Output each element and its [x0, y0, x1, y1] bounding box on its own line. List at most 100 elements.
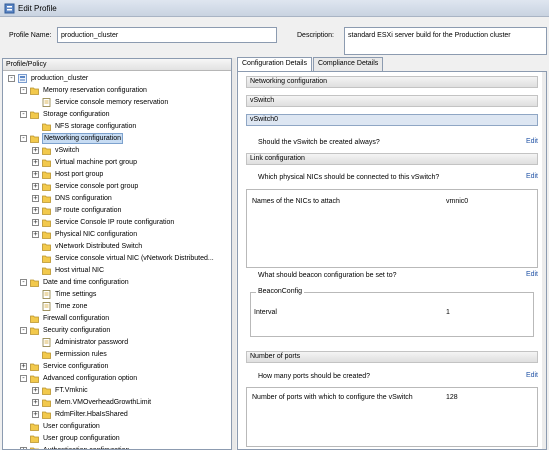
folder-icon	[42, 410, 51, 419]
tree-item[interactable]: + RdmFilter.HbaIsShared	[3, 409, 231, 421]
tree-item-label: Networking configuration	[42, 133, 124, 144]
folder-icon	[30, 446, 39, 449]
expand-icon[interactable]: +	[32, 159, 39, 166]
tree-item[interactable]: Firewall configuration	[3, 313, 231, 325]
folder-icon	[42, 146, 51, 155]
expand-icon[interactable]: +	[32, 207, 39, 214]
expand-icon[interactable]: +	[32, 195, 39, 202]
nics-attach-box: Names of the NICs to attach vmnic0	[246, 189, 538, 268]
expand-icon[interactable]: +	[32, 387, 39, 394]
collapse-icon[interactable]: -	[20, 111, 27, 118]
tree-item[interactable]: Service console virtual NIC (vNetwork Di…	[3, 253, 231, 265]
tree-item[interactable]: + Service configuration	[3, 361, 231, 373]
folder-icon	[30, 434, 39, 443]
tab-compliance-details[interactable]: Compliance Details	[312, 57, 384, 71]
folder-icon	[42, 398, 51, 407]
tree-item[interactable]: - Memory reservation configuration	[3, 85, 231, 97]
tree-item[interactable]: + Virtual machine port group	[3, 157, 231, 169]
tree-item[interactable]: + Host port group	[3, 169, 231, 181]
section-vswitch[interactable]: vSwitch	[246, 95, 538, 107]
folder-icon	[30, 314, 39, 323]
section-number-of-ports[interactable]: Number of ports	[246, 351, 538, 363]
tab-configuration-details[interactable]: Configuration Details	[237, 57, 312, 72]
tree-item-label: vNetwork Distributed Switch	[55, 243, 143, 250]
collapse-icon[interactable]: -	[20, 279, 27, 286]
tree-item[interactable]: Administrator password	[3, 337, 231, 349]
tree-item[interactable]: + IP route configuration	[3, 205, 231, 217]
tree-item[interactable]: - Security configuration	[3, 325, 231, 337]
collapse-icon[interactable]: -	[20, 87, 27, 94]
tree-item-label: Time settings	[55, 291, 97, 298]
folder-icon	[30, 110, 39, 119]
folder-icon	[30, 86, 39, 95]
expand-icon[interactable]: +	[32, 399, 39, 406]
tree-item[interactable]: + DNS configuration	[3, 193, 231, 205]
folder-icon	[42, 194, 51, 203]
tree-item[interactable]: Permission rules	[3, 349, 231, 361]
folder-icon	[30, 278, 39, 287]
window-title-bar: Edit Profile	[0, 0, 549, 17]
tree-item[interactable]: - Date and time configuration	[3, 277, 231, 289]
tree-item[interactable]: - Networking configuration	[3, 133, 231, 145]
tree-item[interactable]: - production_cluster	[3, 73, 231, 85]
tree-item[interactable]: NFS storage configuration	[3, 121, 231, 133]
collapse-icon[interactable]: -	[20, 135, 27, 142]
tree-item[interactable]: Service console memory reservation	[3, 97, 231, 109]
expand-icon[interactable]: +	[32, 219, 39, 226]
profile-name-input[interactable]: production_cluster	[57, 27, 277, 43]
tree-item[interactable]: User group configuration	[3, 433, 231, 445]
folder-icon	[42, 254, 51, 263]
tree-item[interactable]: - Storage configuration	[3, 109, 231, 121]
details-scrollbar[interactable]	[542, 72, 546, 449]
description-label: Description:	[297, 32, 334, 39]
tree-item[interactable]: + vSwitch	[3, 145, 231, 157]
expand-icon[interactable]: +	[32, 183, 39, 190]
tree-item[interactable]: + Physical NIC configuration	[3, 229, 231, 241]
folder-icon	[30, 362, 39, 371]
tree-item[interactable]: - Advanced configuration option	[3, 373, 231, 385]
tree-item[interactable]: + Service Console IP route configuration	[3, 217, 231, 229]
tree-item-label: User configuration	[43, 423, 100, 430]
tree-item[interactable]: +Authentication configuration	[3, 445, 231, 449]
tree-item[interactable]: + Service console port group	[3, 181, 231, 193]
description-textarea[interactable]: standard ESXi server build for the Produ…	[344, 27, 547, 55]
beacon-config-title: BeaconConfig	[256, 288, 304, 295]
section-networking-configuration[interactable]: Networking configuration	[246, 76, 538, 88]
edit-link-beacon[interactable]: Edit	[526, 271, 538, 278]
tree-item-label: Physical NIC configuration	[55, 231, 138, 238]
edit-link-physical-nics[interactable]: Edit	[526, 173, 538, 180]
tree-item-label: FT.Vmknic	[55, 387, 88, 394]
section-link-configuration[interactable]: Link configuration	[246, 153, 538, 165]
question-vswitch-created-always: Should the vSwitch be created always?	[258, 139, 380, 146]
tree-item[interactable]: + Mem.VMOverheadGrowthLimit	[3, 397, 231, 409]
tree-item-label: production_cluster	[31, 75, 89, 82]
tree-item-label: Authentication configuration	[42, 446, 130, 449]
expand-icon[interactable]: +	[32, 231, 39, 238]
folder-icon	[42, 206, 51, 215]
section-vswitch0[interactable]: vSwitch0	[246, 114, 538, 126]
tree-item-label: NFS storage configuration	[55, 123, 137, 130]
tree-item[interactable]: Host virtual NIC	[3, 265, 231, 277]
edit-link-ports[interactable]: Edit	[526, 372, 538, 379]
policy-icon	[42, 290, 51, 299]
tree-item[interactable]: Time zone	[3, 301, 231, 313]
expand-icon[interactable]: +	[32, 147, 39, 154]
tree-item-label: Storage configuration	[43, 111, 110, 118]
edit-link-created-always[interactable]: Edit	[526, 138, 538, 145]
expand-icon[interactable]: +	[32, 411, 39, 418]
tree-item[interactable]: User configuration	[3, 421, 231, 433]
collapse-icon[interactable]: -	[8, 75, 15, 82]
folder-icon	[42, 122, 51, 131]
expand-icon[interactable]: +	[20, 363, 27, 370]
tree-item-label: Administrator password	[55, 339, 129, 346]
tree-item[interactable]: Time settings	[3, 289, 231, 301]
collapse-icon[interactable]: -	[20, 327, 27, 334]
tree-item[interactable]: + FT.Vmknic	[3, 385, 231, 397]
left-pane-splitter[interactable]	[232, 58, 236, 450]
expand-icon[interactable]: +	[32, 171, 39, 178]
tree-item-label: Advanced configuration option	[43, 375, 138, 382]
profile-name-label: Profile Name:	[9, 32, 52, 39]
folder-icon	[42, 170, 51, 179]
collapse-icon[interactable]: -	[20, 375, 27, 382]
tree-item[interactable]: vNetwork Distributed Switch	[3, 241, 231, 253]
